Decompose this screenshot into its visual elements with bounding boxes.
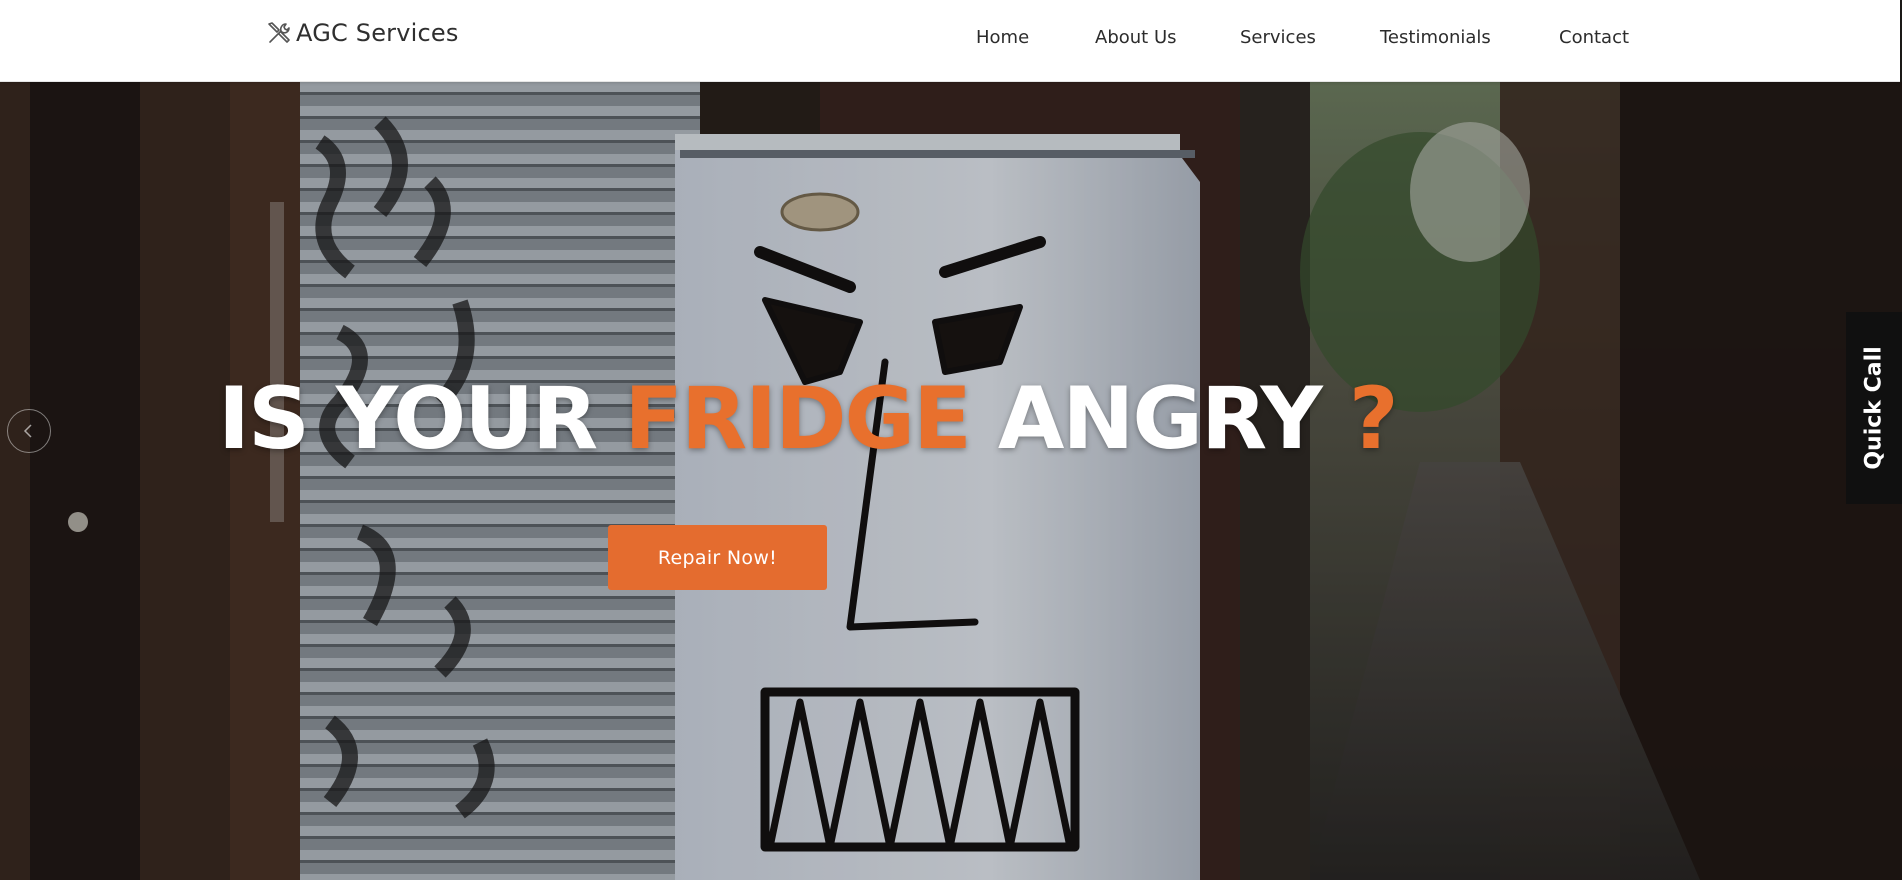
nav-home[interactable]: Home	[976, 27, 1029, 48]
chevron-left-icon	[23, 424, 32, 438]
nav-contact[interactable]: Contact	[1559, 27, 1629, 48]
repair-now-button[interactable]: Repair Now!	[608, 525, 827, 590]
nav-services[interactable]: Services	[1240, 27, 1316, 48]
headline-question-mark: ?	[1348, 369, 1399, 469]
hero-slider: IS YOUR FRIDGE ANGRY ? Repair Now! Quick…	[0, 82, 1902, 880]
hero-headline: IS YOUR FRIDGE ANGRY ?	[218, 369, 1399, 469]
main-nav: Home About Us Services Testimonials Cont…	[0, 27, 1900, 51]
headline-accent-word: FRIDGE	[624, 369, 972, 469]
nav-testimonials[interactable]: Testimonials	[1380, 27, 1491, 48]
quick-call-label: Quick Call	[1861, 346, 1887, 470]
hero-overlay	[0, 82, 1902, 880]
slider-prev-button[interactable]	[7, 409, 51, 453]
headline-part-2: ANGRY	[969, 369, 1349, 469]
site-header: AGC Services Home About Us Services Test…	[0, 0, 1900, 82]
quick-call-tab[interactable]: Quick Call	[1846, 312, 1902, 504]
headline-part-1: IS YOUR	[218, 369, 625, 469]
nav-about-us[interactable]: About Us	[1095, 27, 1177, 48]
